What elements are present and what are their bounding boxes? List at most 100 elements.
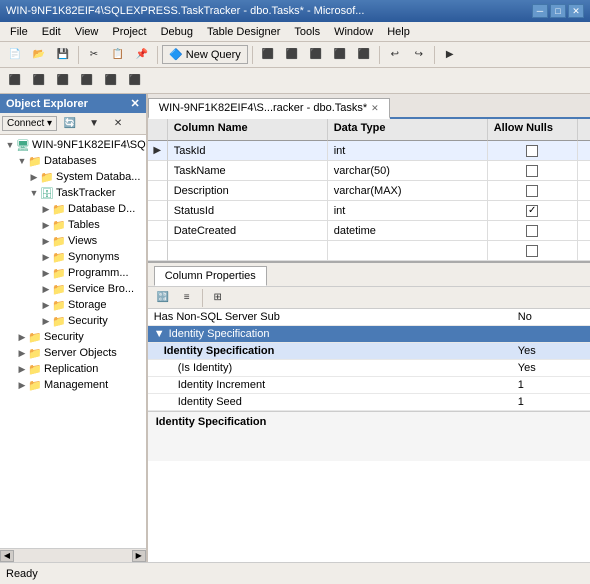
expand-replication[interactable]: ▶ <box>16 363 28 375</box>
cell-taskname-type[interactable]: varchar(50) <box>328 161 488 181</box>
props-categorize-icon[interactable]: ≡ <box>176 288 198 308</box>
new-query-button[interactable]: 🔷 New Query <box>162 45 248 64</box>
prop-value-is-identity[interactable]: Yes <box>512 360 590 377</box>
checkbox-taskname[interactable] <box>526 165 538 177</box>
cell-datecreated-nulls[interactable] <box>488 221 578 241</box>
expand-tasktracker[interactable]: ▼ <box>28 187 40 199</box>
toolbar-open[interactable]: 📂 <box>28 45 50 65</box>
toolbar-2-btn-5[interactable]: ⬛ <box>100 71 122 91</box>
tree-item-views[interactable]: ▶ 📁 Views <box>0 233 146 249</box>
checkbox-desc[interactable] <box>526 185 538 197</box>
menu-debug[interactable]: Debug <box>155 24 199 40</box>
toolbar-debug[interactable]: ▶ <box>439 45 461 65</box>
checkbox-taskid[interactable] <box>526 145 538 157</box>
toolbar-2-btn-1[interactable]: ⬛ <box>4 71 26 91</box>
minimize-button[interactable]: ─ <box>532 4 548 18</box>
cell-taskid-nulls[interactable] <box>488 141 578 161</box>
tree-item-systemdb[interactable]: ▶ 📁 System Databa... <box>0 169 146 185</box>
cell-statusid-type[interactable]: int <box>328 201 488 221</box>
cell-taskid-type[interactable]: int <box>328 141 488 161</box>
toolbar-paste[interactable]: 📌 <box>131 45 153 65</box>
prop-value-identity-spec[interactable]: Yes <box>512 343 590 360</box>
toolbar-btn-2[interactable]: ⬛ <box>281 45 303 65</box>
checkbox-statusid[interactable] <box>526 205 538 217</box>
toolbar-btn-5[interactable]: ⬛ <box>353 45 375 65</box>
expand-server[interactable]: ▼ <box>4 139 16 151</box>
tree-item-replication[interactable]: ▶ 📁 Replication <box>0 361 146 377</box>
tab-close-icon[interactable]: ✕ <box>371 103 379 114</box>
cell-empty-nulls[interactable] <box>488 241 578 261</box>
cell-taskid-name[interactable]: TaskId <box>168 141 328 161</box>
toolbar-2-btn-4[interactable]: ⬛ <box>76 71 98 91</box>
menu-file[interactable]: File <box>4 24 34 40</box>
expand-storage[interactable]: ▶ <box>40 299 52 311</box>
oe-scrollbar[interactable]: ◀ ▶ <box>0 548 146 562</box>
tree-item-security[interactable]: ▶ 📁 Security <box>0 329 146 345</box>
menu-window[interactable]: Window <box>328 24 379 40</box>
toolbar-2-btn-3[interactable]: ⬛ <box>52 71 74 91</box>
toolbar-save[interactable]: 💾 <box>52 45 74 65</box>
cell-datecreated-name[interactable]: DateCreated <box>168 221 328 241</box>
tree-item-management[interactable]: ▶ 📁 Management <box>0 377 146 393</box>
tree-item-programmab[interactable]: ▶ 📁 Programm... <box>0 265 146 281</box>
col-props-tab[interactable]: Column Properties <box>154 266 267 286</box>
expand-management[interactable]: ▶ <box>16 379 28 391</box>
tree-item-storage[interactable]: ▶ 📁 Storage <box>0 297 146 313</box>
expand-databases[interactable]: ▼ <box>16 155 28 167</box>
cell-statusid-name[interactable]: StatusId <box>168 201 328 221</box>
cell-taskname-name[interactable]: TaskName <box>168 161 328 181</box>
cell-desc-name[interactable]: Description <box>168 181 328 201</box>
toolbar-2-btn-6[interactable]: ⬛ <box>124 71 146 91</box>
close-button[interactable]: ✕ <box>568 4 584 18</box>
toolbar-btn-3[interactable]: ⬛ <box>305 45 327 65</box>
prop-value-non-sql[interactable]: No <box>512 309 590 326</box>
tree-item-server[interactable]: ▼ 🖥 WIN-9NF1K82EIF4\SQ <box>0 137 146 153</box>
expand-security[interactable]: ▶ <box>16 331 28 343</box>
expand-programmab[interactable]: ▶ <box>40 267 52 279</box>
connect-button[interactable]: Connect ▾ <box>2 116 57 131</box>
expand-synonyms[interactable]: ▶ <box>40 251 52 263</box>
cell-desc-nulls[interactable] <box>488 181 578 201</box>
checkbox-empty[interactable] <box>526 245 538 257</box>
tree-item-databases[interactable]: ▼ 📁 Databases <box>0 153 146 169</box>
props-sort-alpha-icon[interactable]: 🔡 <box>152 288 174 308</box>
checkbox-datecreated[interactable] <box>526 225 538 237</box>
cell-datecreated-type[interactable]: datetime <box>328 221 488 241</box>
toolbar-redo[interactable]: ↪ <box>408 45 430 65</box>
tree-item-tasktracker[interactable]: ▼ 🗄 TaskTracker <box>0 185 146 201</box>
menu-project[interactable]: Project <box>106 24 152 40</box>
oe-refresh-icon[interactable]: 🔄 <box>59 114 81 134</box>
toolbar-new[interactable]: 📄 <box>4 45 26 65</box>
expand-views[interactable]: ▶ <box>40 235 52 247</box>
tree-item-serverobj[interactable]: ▶ 📁 Server Objects <box>0 345 146 361</box>
cell-taskname-nulls[interactable] <box>488 161 578 181</box>
cell-statusid-nulls[interactable] <box>488 201 578 221</box>
tree-item-servicebro[interactable]: ▶ 📁 Service Bro... <box>0 281 146 297</box>
tree-item-tables[interactable]: ▶ 📁 Tables <box>0 217 146 233</box>
menu-view[interactable]: View <box>69 24 105 40</box>
expand-dbdiag[interactable]: ▶ <box>40 203 52 215</box>
expand-security-db[interactable]: ▶ <box>40 315 52 327</box>
menu-tools[interactable]: Tools <box>288 24 326 40</box>
prop-value-increment[interactable]: 1 <box>512 377 590 394</box>
toolbar-undo[interactable]: ↩ <box>384 45 406 65</box>
expand-serverobj[interactable]: ▶ <box>16 347 28 359</box>
oe-filter-icon[interactable]: ▼ <box>83 114 105 134</box>
menu-help[interactable]: Help <box>381 24 416 40</box>
toolbar-btn-4[interactable]: ⬛ <box>329 45 351 65</box>
toolbar-btn-1[interactable]: ⬛ <box>257 45 279 65</box>
object-explorer-close-icon[interactable]: ✕ <box>130 97 139 110</box>
tab-tasks[interactable]: WIN-9NF1K82EIF4\S...racker - dbo.Tasks* … <box>148 98 390 119</box>
expand-tables[interactable]: ▶ <box>40 219 52 231</box>
tree-item-synonyms[interactable]: ▶ 📁 Synonyms <box>0 249 146 265</box>
tree-item-security-db[interactable]: ▶ 📁 Security <box>0 313 146 329</box>
cell-empty-type[interactable] <box>328 241 488 261</box>
oe-scroll-left[interactable]: ◀ <box>0 550 14 562</box>
menu-edit[interactable]: Edit <box>36 24 67 40</box>
toolbar-2-btn-2[interactable]: ⬛ <box>28 71 50 91</box>
toolbar-copy[interactable]: 📋 <box>107 45 129 65</box>
toolbar-cut[interactable]: ✂ <box>83 45 105 65</box>
props-expand-icon[interactable]: ⊞ <box>207 288 229 308</box>
cell-empty-name[interactable] <box>168 241 328 261</box>
expand-systemdb[interactable]: ▶ <box>28 171 40 183</box>
